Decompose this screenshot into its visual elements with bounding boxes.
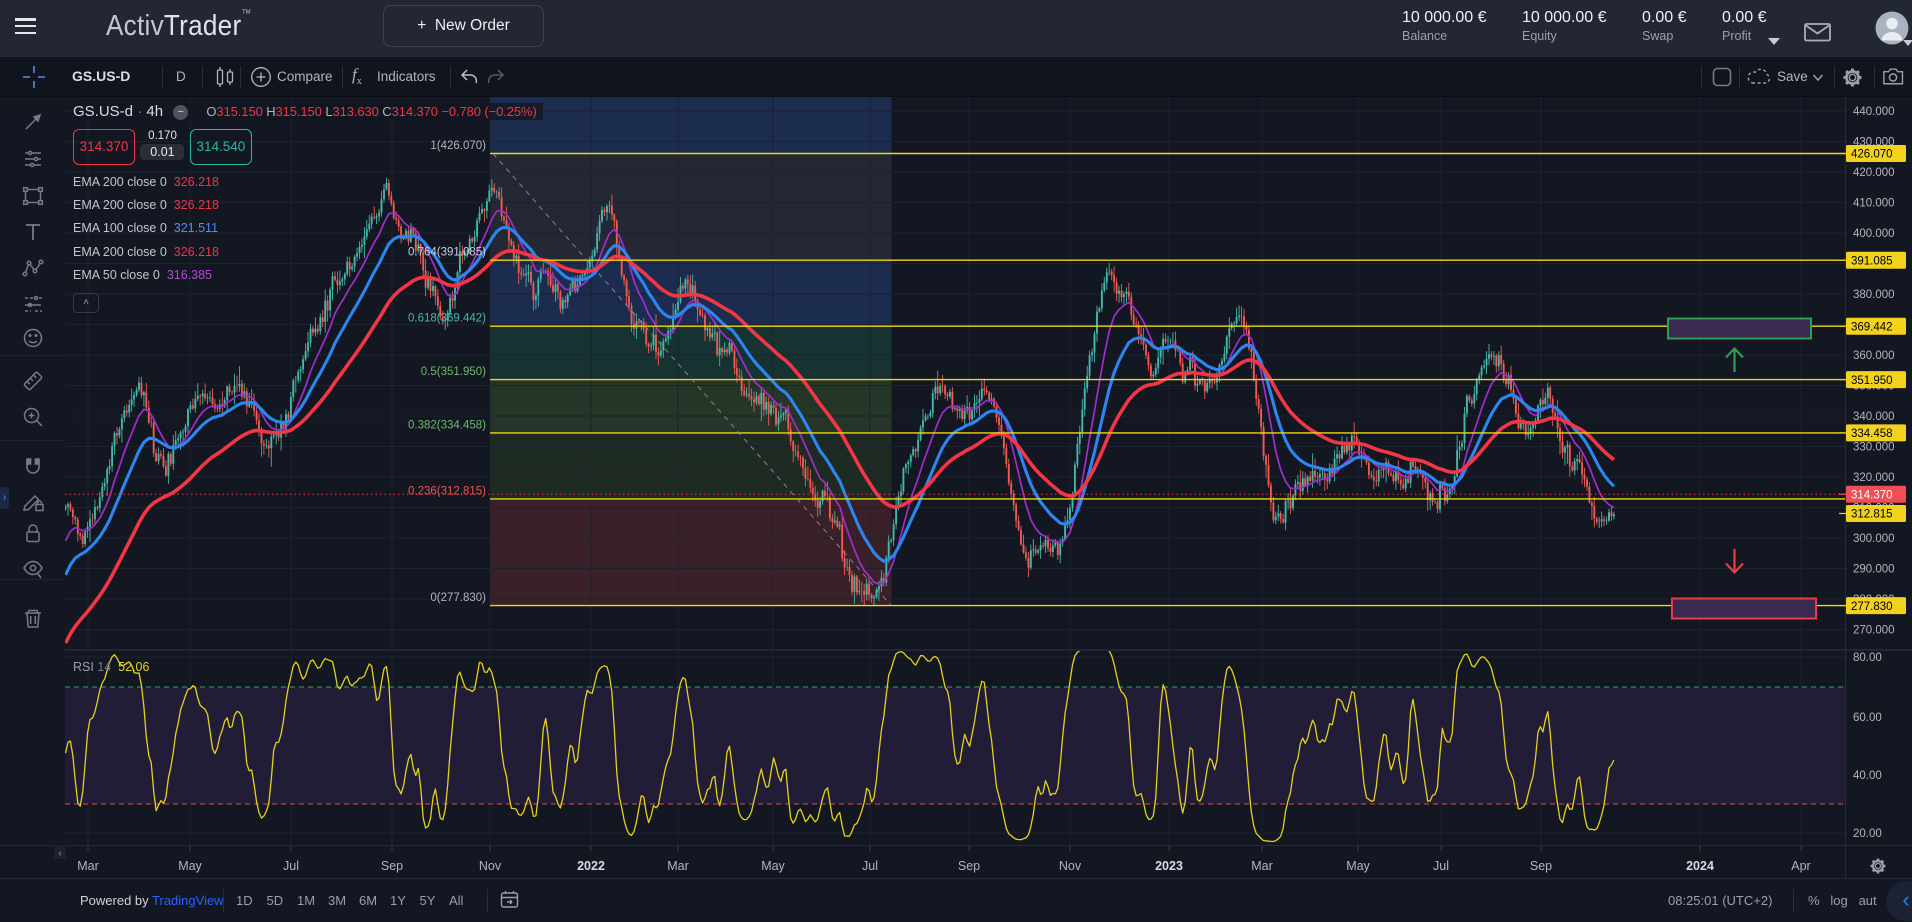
svg-text:20.00: 20.00 [1853,828,1882,840]
svg-text:0.382(334.458): 0.382(334.458) [408,419,486,431]
svg-text:80.00: 80.00 [1853,652,1882,664]
svg-text:360.000: 360.000 [1853,350,1895,362]
svg-text:Nov: Nov [479,859,502,873]
svg-text:320.000: 320.000 [1853,472,1895,484]
svg-text:369.442: 369.442 [1851,321,1893,333]
svg-text:Apr: Apr [1791,859,1810,873]
svg-text:426.070: 426.070 [1851,149,1893,161]
svg-text:‹: ‹ [59,848,62,858]
svg-text:277.830: 277.830 [1851,601,1893,613]
svg-text:Jul: Jul [862,859,878,873]
svg-text:40.00: 40.00 [1853,770,1882,782]
svg-text:May: May [761,859,785,873]
svg-text:440.000: 440.000 [1853,106,1895,118]
svg-text:Nov: Nov [1059,859,1082,873]
svg-text:0(277.830): 0(277.830) [430,592,486,604]
svg-text:Sep: Sep [958,859,980,873]
svg-text:420.000: 420.000 [1853,167,1895,179]
svg-text:2024: 2024 [1686,859,1714,873]
svg-text:0.618(369.442): 0.618(369.442) [408,313,486,325]
svg-text:May: May [178,859,202,873]
svg-text:60.00: 60.00 [1853,712,1882,724]
svg-text:0.236(312.815): 0.236(312.815) [408,485,486,497]
svg-text:340.000: 340.000 [1853,411,1895,423]
svg-text:400.000: 400.000 [1853,228,1895,240]
svg-text:Jul: Jul [1433,859,1449,873]
svg-text:314.370: 314.370 [1851,489,1893,501]
svg-text:0.5(351.950): 0.5(351.950) [421,366,486,378]
svg-text:2023: 2023 [1155,859,1183,873]
svg-text:Mar: Mar [1251,859,1273,873]
svg-text:Mar: Mar [77,859,99,873]
svg-text:391.085: 391.085 [1851,255,1893,267]
svg-text:Sep: Sep [1530,859,1552,873]
svg-text:May: May [1346,859,1370,873]
svg-text:270.000: 270.000 [1853,625,1895,637]
svg-text:334.458: 334.458 [1851,428,1893,440]
svg-text:2022: 2022 [577,859,605,873]
svg-text:410.000: 410.000 [1853,198,1895,210]
svg-text:380.000: 380.000 [1853,289,1895,301]
svg-text:Mar: Mar [667,859,689,873]
svg-text:300.000: 300.000 [1853,533,1895,545]
svg-text:290.000: 290.000 [1853,564,1895,576]
svg-text:312.815: 312.815 [1851,509,1893,521]
svg-text:330.000: 330.000 [1853,442,1895,454]
svg-text:351.950: 351.950 [1851,375,1893,387]
svg-text:Sep: Sep [381,859,403,873]
svg-text:Jul: Jul [283,859,299,873]
